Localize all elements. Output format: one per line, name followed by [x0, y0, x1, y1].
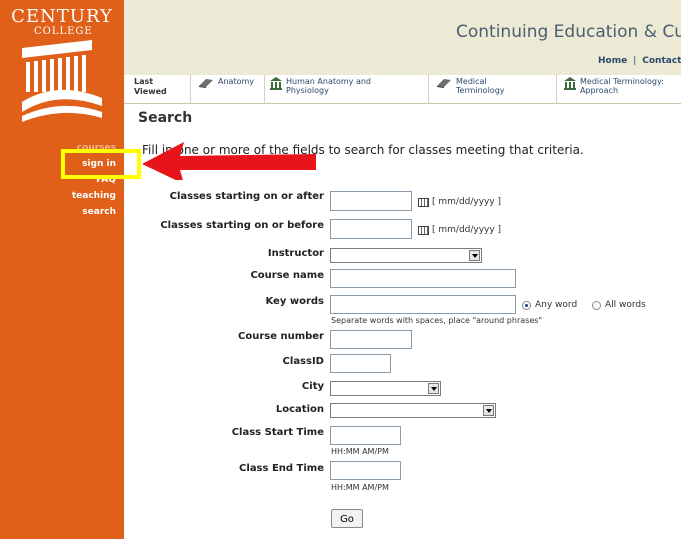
start-before-format: [ mm/dd/yyyy ]: [418, 225, 501, 235]
start-time-hint: HH:MM AM/PM: [331, 447, 389, 456]
last-viewed-item-line1: Medical: [456, 77, 487, 86]
start-before-label: Classes starting on or before: [160, 220, 324, 231]
building-icon: [564, 77, 576, 90]
header: Continuing Education & Cu Home | Contact: [124, 0, 681, 75]
book-icon: [199, 79, 213, 88]
start-after-format: [ mm/dd/yyyy ]: [418, 197, 501, 207]
dropdown-arrow-icon[interactable]: [428, 383, 439, 394]
nav-teaching[interactable]: teaching: [72, 188, 116, 204]
divider: [428, 75, 429, 103]
all-words-radio[interactable]: [592, 300, 601, 310]
divider: [556, 75, 557, 103]
link-separator: |: [633, 56, 637, 66]
last-viewed-label-line2: Viewed: [134, 87, 167, 96]
start-after-label: Classes starting on or after: [169, 191, 324, 202]
course-name-label: Course name: [250, 270, 324, 281]
dropdown-arrow-icon[interactable]: [469, 250, 480, 261]
end-time-label: Class End Time: [239, 463, 324, 474]
date-format-hint: [ mm/dd/yyyy ]: [432, 197, 502, 207]
page-title: Search: [138, 110, 193, 126]
last-viewed-item[interactable]: Anatomy: [198, 77, 254, 89]
last-viewed-item[interactable]: Medical Terminology: Approach: [564, 77, 664, 95]
last-viewed-label: Last Viewed: [134, 77, 167, 97]
keywords-input[interactable]: [330, 295, 516, 314]
last-viewed-item-line2: Terminology: [456, 86, 505, 95]
contact-link[interactable]: Contact: [642, 56, 681, 66]
location-select[interactable]: [330, 403, 496, 418]
logo-sub: COLLEGE: [34, 26, 93, 37]
home-link[interactable]: Home: [598, 56, 627, 66]
any-word-option[interactable]: Any word: [522, 300, 577, 310]
last-viewed-bar: Last Viewed Anatomy Human Anatomy and Ph…: [124, 75, 681, 104]
end-time-input[interactable]: [330, 461, 401, 480]
sidebar: CENTURY COLLEGE courses sign in FAQ teac…: [0, 0, 124, 539]
start-time-label: Class Start Time: [231, 427, 324, 438]
divider: [190, 75, 191, 103]
keywords-label: Key words: [265, 296, 324, 307]
go-button[interactable]: Go: [331, 509, 363, 528]
location-label: Location: [275, 404, 324, 415]
last-viewed-item-line2: Approach: [580, 86, 619, 95]
instructor-select[interactable]: [330, 248, 482, 263]
red-arrow-icon: [142, 142, 316, 180]
last-viewed-item-line2: Physiology: [286, 86, 329, 95]
last-viewed-label-line1: Last: [134, 77, 154, 86]
building-logo-icon: [22, 40, 102, 122]
class-id-input[interactable]: [330, 354, 391, 373]
course-number-input[interactable]: [330, 330, 412, 349]
last-viewed-item[interactable]: Human Anatomy and Physiology: [270, 77, 371, 95]
all-words-option[interactable]: All words: [592, 300, 646, 310]
end-time-hint: HH:MM AM/PM: [331, 483, 389, 492]
dropdown-arrow-icon[interactable]: [483, 405, 494, 416]
last-viewed-item-line1: Human Anatomy and: [286, 77, 371, 86]
date-format-hint: [ mm/dd/yyyy ]: [432, 225, 502, 235]
divider: [264, 75, 265, 103]
any-word-label: Any word: [535, 300, 578, 310]
site-title: Continuing Education & Cu: [456, 22, 681, 42]
last-viewed-item-line1: Medical Terminology:: [580, 77, 664, 86]
instructor-label: Instructor: [267, 248, 324, 259]
keywords-hint: Separate words with spaces, place "aroun…: [331, 316, 543, 325]
city-label: City: [301, 381, 324, 392]
start-time-input[interactable]: [330, 426, 401, 445]
start-before-input[interactable]: [330, 219, 412, 239]
any-word-radio[interactable]: [522, 300, 531, 310]
all-words-label: All words: [605, 300, 646, 310]
building-icon: [270, 77, 282, 90]
logo-name: CENTURY: [11, 6, 113, 27]
city-select[interactable]: [330, 381, 441, 396]
class-id-label: ClassID: [282, 356, 324, 367]
nav-search[interactable]: search: [72, 204, 116, 220]
book-icon: [437, 79, 451, 88]
college-logo[interactable]: CENTURY COLLEGE: [0, 8, 124, 38]
calendar-icon[interactable]: [418, 197, 429, 207]
highlight-box: [61, 149, 141, 179]
course-name-input[interactable]: [330, 269, 516, 288]
header-links: Home | Contact: [598, 56, 681, 66]
course-number-label: Course number: [237, 331, 324, 342]
last-viewed-item-line1: Anatomy: [218, 77, 255, 86]
calendar-icon[interactable]: [418, 225, 429, 235]
last-viewed-item[interactable]: Medical Terminology: [436, 77, 505, 95]
start-after-input[interactable]: [330, 191, 412, 211]
